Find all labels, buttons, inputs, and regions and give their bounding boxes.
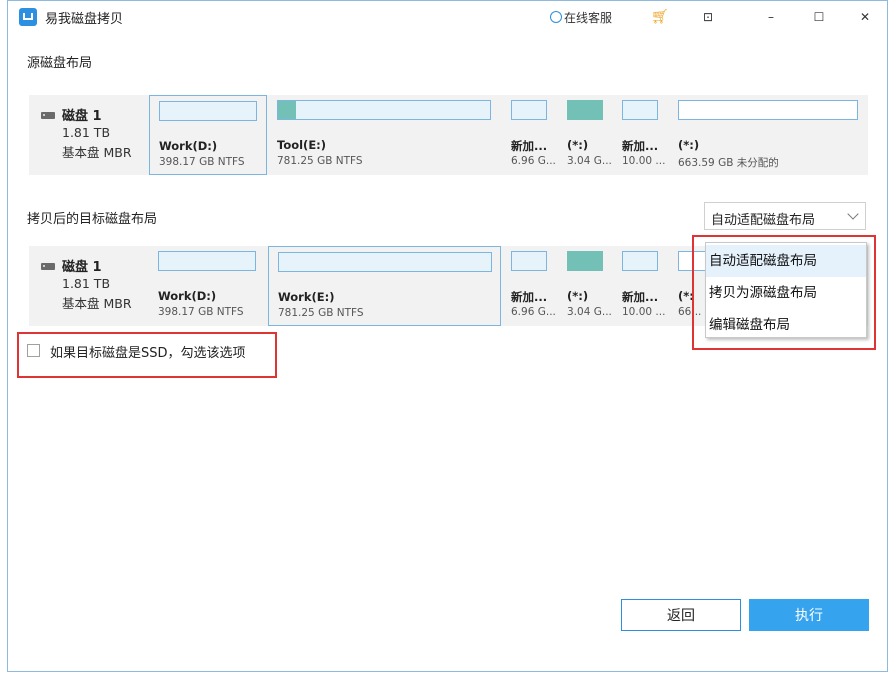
source-layout-label: 源磁盘布局 — [27, 56, 93, 71]
minimize-button[interactable]: – — [756, 1, 786, 33]
partition-name: (*:) — [567, 138, 589, 152]
partition-name: Work(D:) — [158, 289, 217, 303]
partition-info: 781.25 GB NTFS — [277, 155, 363, 167]
target-partition-work-e[interactable]: Work(E:) 781.25 GB NTFS — [268, 246, 501, 326]
partition-usage-bar — [622, 100, 658, 120]
app-window: 易我磁盘拷贝 在线客服 🛒︎ ⊡ – ☐ ✕ 源磁盘布局 磁盘 1 1.81 T… — [7, 0, 888, 672]
target-partition-work-d[interactable]: Work(D:) 398.17 GB NTFS — [149, 246, 267, 326]
window-title: 易我磁盘拷贝 — [45, 12, 124, 27]
hard-disk-icon — [41, 112, 55, 119]
disk-type: 基本盘 MBR — [62, 296, 132, 311]
source-partition-tool-e[interactable]: Tool(E:) 781.25 GB NTFS — [268, 95, 500, 175]
partition-info: 6.96 G... — [511, 306, 555, 318]
partition-name: (*:) — [678, 138, 700, 152]
partition-info: 398.17 GB NTFS — [159, 156, 245, 168]
source-disk-row: 磁盘 1 1.81 TB 基本盘 MBR Work(D:) 398.17 GB … — [29, 95, 868, 175]
source-partition-unallocated[interactable]: (*:) 663.59 GB 未分配的 — [669, 95, 868, 175]
partition-usage-bar — [511, 251, 547, 271]
back-button[interactable]: 返回 — [621, 599, 741, 631]
partition-usage-bar — [277, 100, 491, 120]
partition-usage-bar — [678, 100, 858, 120]
disk-type: 基本盘 MBR — [62, 145, 132, 160]
target-partition-new-2[interactable]: 新加... 10.00 ... — [613, 246, 667, 326]
online-service-button[interactable]: 在线客服 — [545, 1, 617, 33]
target-partition-unnamed-1[interactable]: (*:) 3.04 G... — [558, 246, 612, 326]
source-partition-new-2[interactable]: 新加... 10.00 ... — [613, 95, 667, 175]
source-partition-new-1[interactable]: 新加... 6.96 G... — [502, 95, 556, 175]
feedback-button[interactable]: ⊡ — [696, 1, 720, 33]
partition-name: Work(D:) — [159, 139, 218, 153]
source-disk-info: 磁盘 1 1.81 TB 基本盘 MBR — [29, 95, 149, 175]
target-partition-new-1[interactable]: 新加... 6.96 G... — [502, 246, 556, 326]
partition-name: Tool(E:) — [277, 138, 327, 152]
chat-bubble-icon — [549, 11, 562, 23]
partition-usage-bar — [159, 101, 257, 121]
partition-name: Work(E:) — [278, 290, 335, 304]
disk-name: 磁盘 1 — [62, 260, 102, 275]
layout-mode-select[interactable]: 自动适配磁盘布局 — [704, 202, 866, 230]
target-layout-label: 拷贝后的目标磁盘布局 — [27, 212, 158, 227]
disk-size: 1.81 TB — [62, 276, 111, 291]
partition-usage-bar — [622, 251, 658, 271]
partition-info: 398.17 GB NTFS — [158, 306, 244, 318]
partition-name: (*:) — [567, 289, 589, 303]
source-partition-unnamed-1[interactable]: (*:) 3.04 G... — [558, 95, 612, 175]
close-icon: ✕ — [859, 10, 871, 24]
partition-info: 10.00 ... — [622, 306, 666, 318]
partition-info: 10.00 ... — [622, 155, 666, 167]
partition-usage-bar — [511, 100, 547, 120]
disk-name: 磁盘 1 — [62, 109, 102, 124]
chevron-down-icon — [847, 208, 859, 220]
partition-info: 3.04 G... — [567, 155, 611, 167]
feedback-icon: ⊡ — [702, 10, 714, 24]
partition-name: 新加... — [511, 139, 548, 153]
partition-info: 6.96 G... — [511, 155, 555, 167]
ssd-checkbox[interactable] — [27, 344, 40, 357]
title-bar: 易我磁盘拷贝 在线客服 🛒︎ ⊡ – ☐ ✕ — [8, 1, 887, 33]
partition-usage-bar — [278, 252, 492, 272]
highlight-box-menu — [692, 235, 876, 350]
cart-icon: 🛒︎ — [651, 9, 669, 25]
app-logo-icon — [19, 8, 37, 26]
ssd-checkbox-label[interactable]: 如果目标磁盘是SSD，勾选该选项 — [50, 342, 246, 361]
hard-disk-icon — [41, 263, 55, 270]
partition-info: 3.04 G... — [567, 306, 611, 318]
target-disk-info: 磁盘 1 1.81 TB 基本盘 MBR — [29, 246, 149, 326]
partition-info: 663.59 GB 未分配的 — [678, 157, 779, 169]
disk-size: 1.81 TB — [62, 125, 111, 140]
maximize-icon: ☐ — [813, 10, 825, 24]
execute-button[interactable]: 执行 — [749, 599, 869, 631]
source-partition-work-d[interactable]: Work(D:) 398.17 GB NTFS — [149, 95, 267, 175]
online-service-label: 在线客服 — [563, 10, 612, 25]
minimize-icon: – — [768, 10, 774, 24]
partition-info: 781.25 GB NTFS — [278, 307, 364, 319]
partition-name: 新加... — [622, 139, 659, 153]
partition-name: 新加... — [622, 290, 659, 304]
partition-name: 新加... — [511, 290, 548, 304]
maximize-button[interactable]: ☐ — [804, 1, 834, 33]
partition-usage-bar — [567, 100, 603, 120]
partition-usage-bar — [567, 251, 603, 271]
partition-usage-bar — [158, 251, 256, 271]
layout-mode-value: 自动适配磁盘布局 — [711, 213, 816, 228]
close-button[interactable]: ✕ — [850, 1, 880, 33]
store-button[interactable]: 🛒︎ — [648, 1, 672, 33]
